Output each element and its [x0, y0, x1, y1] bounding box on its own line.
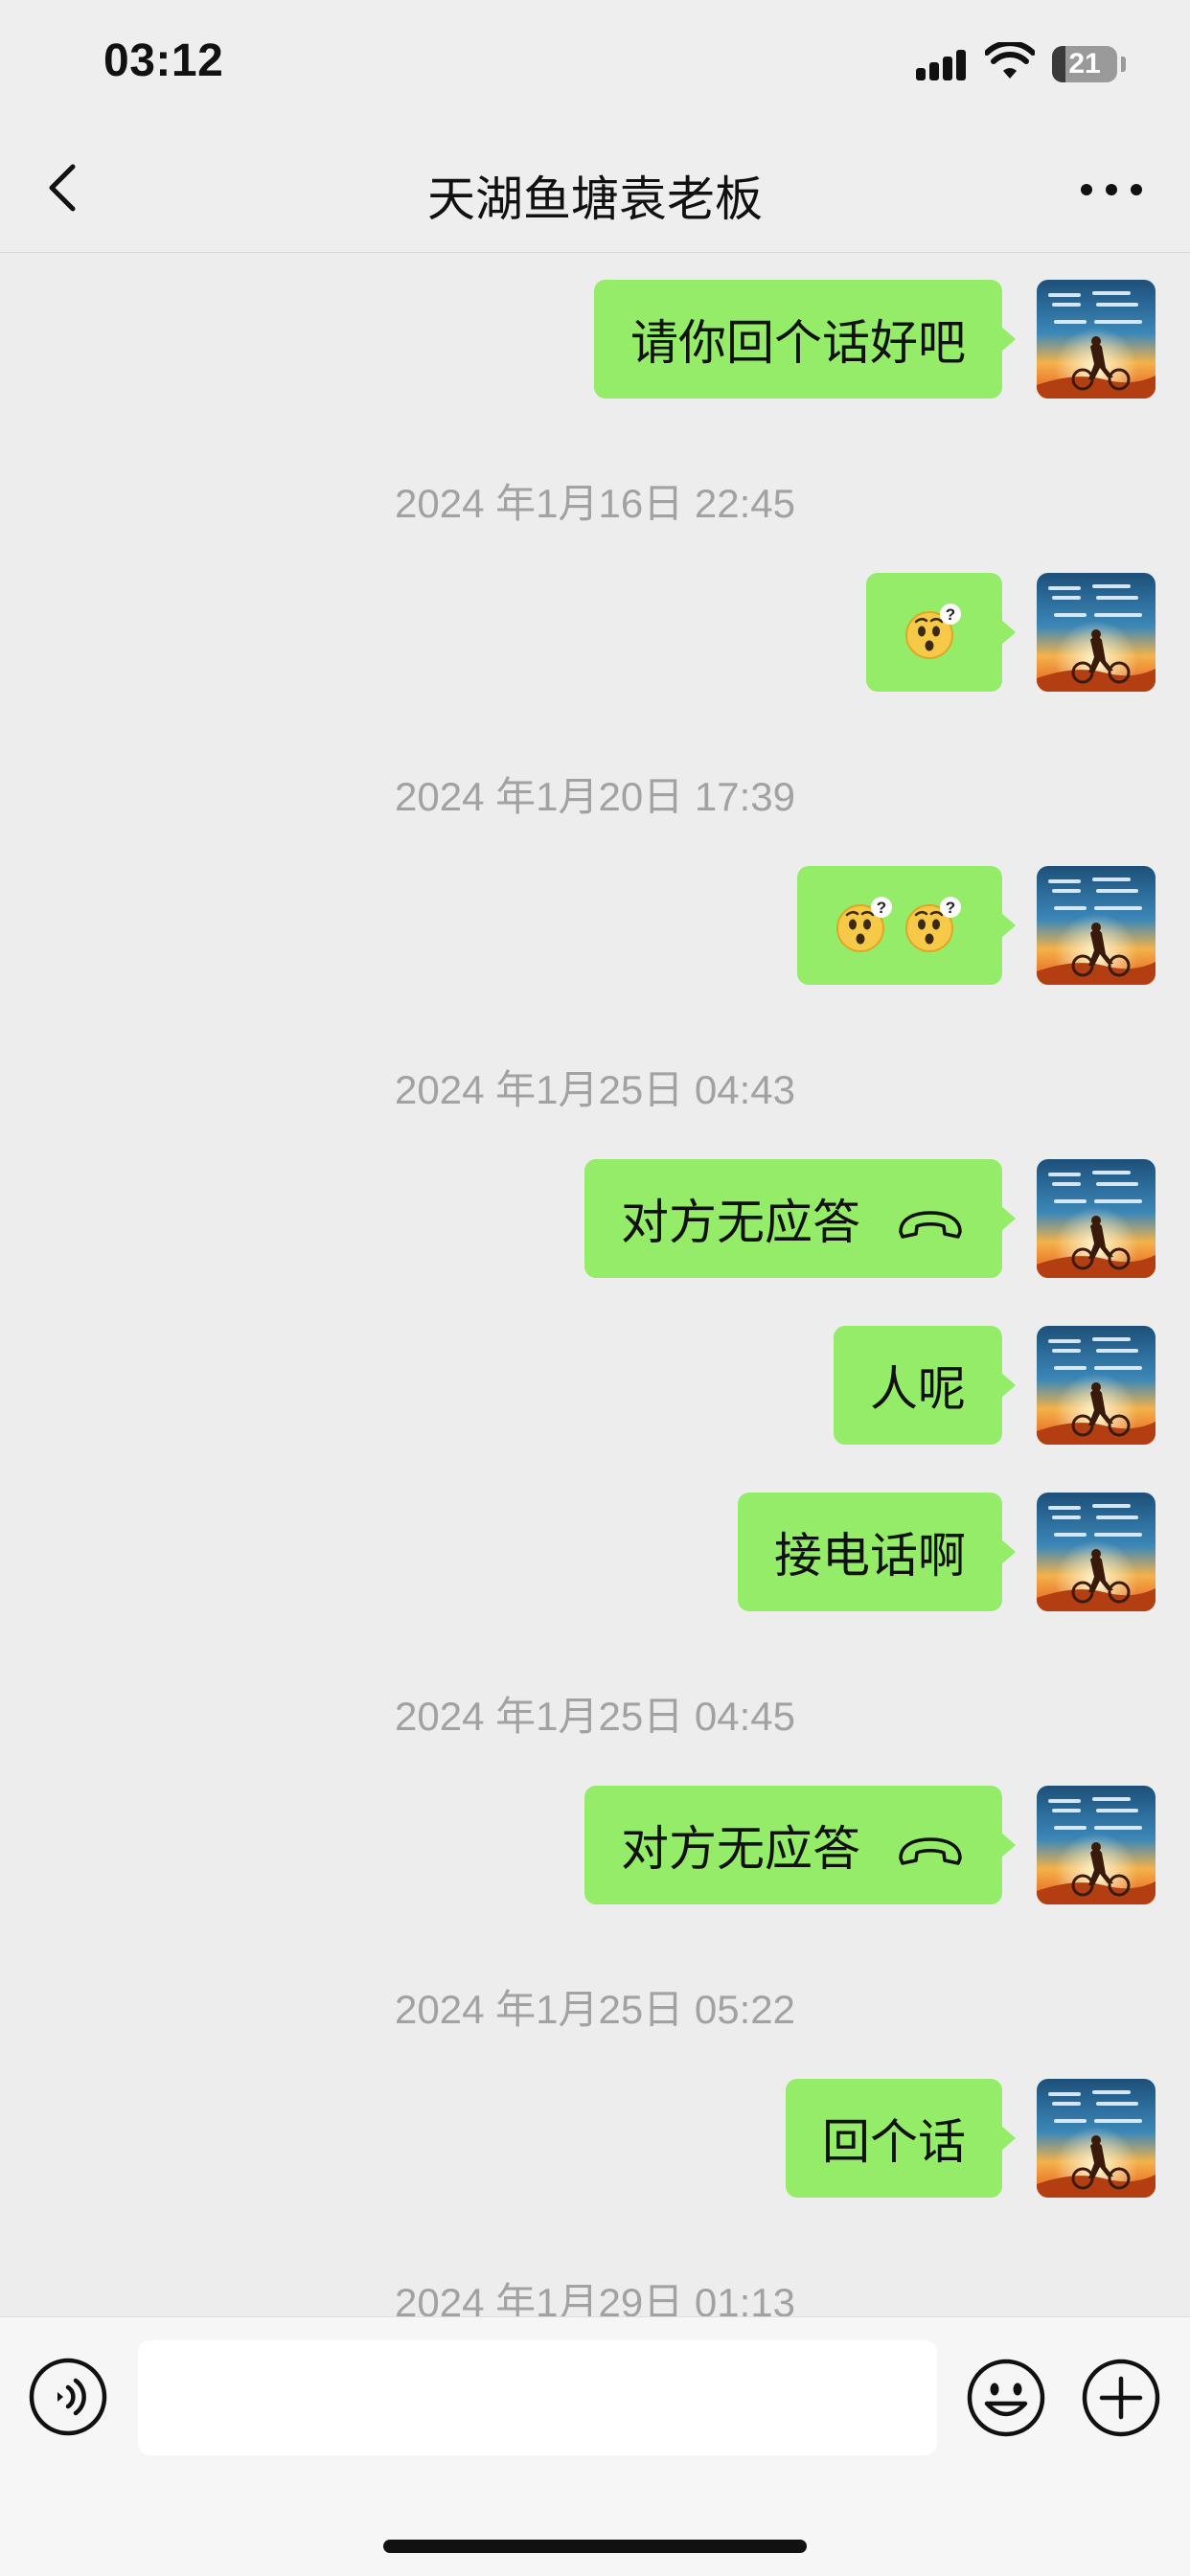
message-row: 对方无应答 [0, 1159, 1190, 1278]
message-bubble[interactable]: ? [866, 573, 1016, 692]
call-record-bubble[interactable]: 对方无应答 [584, 1786, 1016, 1904]
svg-text:?: ? [877, 899, 886, 917]
avatar[interactable] [1037, 866, 1156, 985]
message-bubble[interactable]: 人呢 [834, 1326, 1016, 1445]
message-bubble[interactable]: ? ? [797, 866, 1016, 985]
timestamp: 2024 年1月25日 04:45 [395, 1694, 795, 1739]
cellular-signal-icon [916, 50, 968, 80]
message-text: 回个话 [822, 2114, 966, 2170]
message-bubble[interactable]: 回个话 [786, 2079, 1016, 2198]
battery-level-fill [1052, 46, 1066, 82]
message-list[interactable]: 请你回个话好吧 2024 年1月16日 22:45 ? 2024 年1月20日 … [0, 253, 1190, 2316]
message-text: 人呢 [870, 1361, 966, 1417]
message-row: 接电话啊 [0, 1493, 1190, 1611]
timestamp: 2024 年1月25日 04:43 [395, 1067, 795, 1112]
call-status-text: 对方无应答 [621, 1821, 860, 1877]
message-row: 对方无应答 [0, 1786, 1190, 1904]
svg-text:?: ? [946, 899, 955, 917]
timestamp: 2024 年1月25日 05:22 [395, 1987, 795, 2032]
message-row: 回个话 [0, 2079, 1190, 2198]
message-bubble[interactable]: 请你回个话好吧 [594, 280, 1016, 399]
message-row: 人呢 [0, 1326, 1190, 1445]
chat-title: 天湖鱼塘袁老板 [427, 171, 763, 227]
message-row: ? [0, 573, 1190, 692]
status-time: 03:12 [103, 35, 224, 86]
phone-hangup-icon [895, 1826, 966, 1865]
phone-hangup-icon [895, 1199, 966, 1239]
call-record-bubble[interactable]: 对方无应答 [584, 1159, 1016, 1278]
message-row: 请你回个话好吧 [0, 280, 1190, 399]
message-bubble[interactable]: 接电话啊 [738, 1493, 1016, 1611]
thinking-question-face-icon: ? [903, 601, 966, 664]
battery-indicator: 21 [1052, 46, 1117, 82]
avatar[interactable] [1037, 280, 1156, 399]
battery-percentage: 21 [1068, 48, 1101, 80]
status-bar: 03:12 21 [0, 0, 1190, 125]
thinking-question-face-icon: ? [903, 894, 966, 957]
message-text: 接电话啊 [774, 1528, 966, 1584]
timestamp: 2024 年1月20日 17:39 [395, 774, 795, 819]
timestamp: 2024 年1月16日 22:45 [395, 481, 795, 526]
message-row: ? ? [0, 866, 1190, 985]
smiley-icon[interactable] [966, 2358, 1046, 2438]
avatar[interactable] [1037, 1493, 1156, 1611]
call-status-text: 对方无应答 [621, 1195, 860, 1250]
message-text: 请你回个话好吧 [630, 315, 966, 371]
svg-text:?: ? [946, 605, 955, 624]
timestamp: 2024 年1月29日 01:13 [395, 2280, 795, 2316]
voice-icon[interactable] [29, 2358, 107, 2436]
avatar[interactable] [1037, 573, 1156, 692]
avatar[interactable] [1037, 1326, 1156, 1445]
plus-circle-icon[interactable] [1081, 2358, 1161, 2438]
wifi-icon [985, 42, 1035, 79]
avatar[interactable] [1037, 1159, 1156, 1278]
avatar[interactable] [1037, 2079, 1156, 2198]
message-input[interactable] [138, 2340, 937, 2455]
ellipsis-icon[interactable] [1073, 171, 1150, 209]
battery-cap [1121, 57, 1126, 72]
avatar[interactable] [1037, 1786, 1156, 1904]
nav-bar: 天湖鱼塘袁老板 [0, 125, 1190, 253]
input-bar [0, 2316, 1190, 2576]
home-indicator[interactable] [383, 2540, 807, 2553]
thinking-question-face-icon: ? [834, 894, 897, 957]
